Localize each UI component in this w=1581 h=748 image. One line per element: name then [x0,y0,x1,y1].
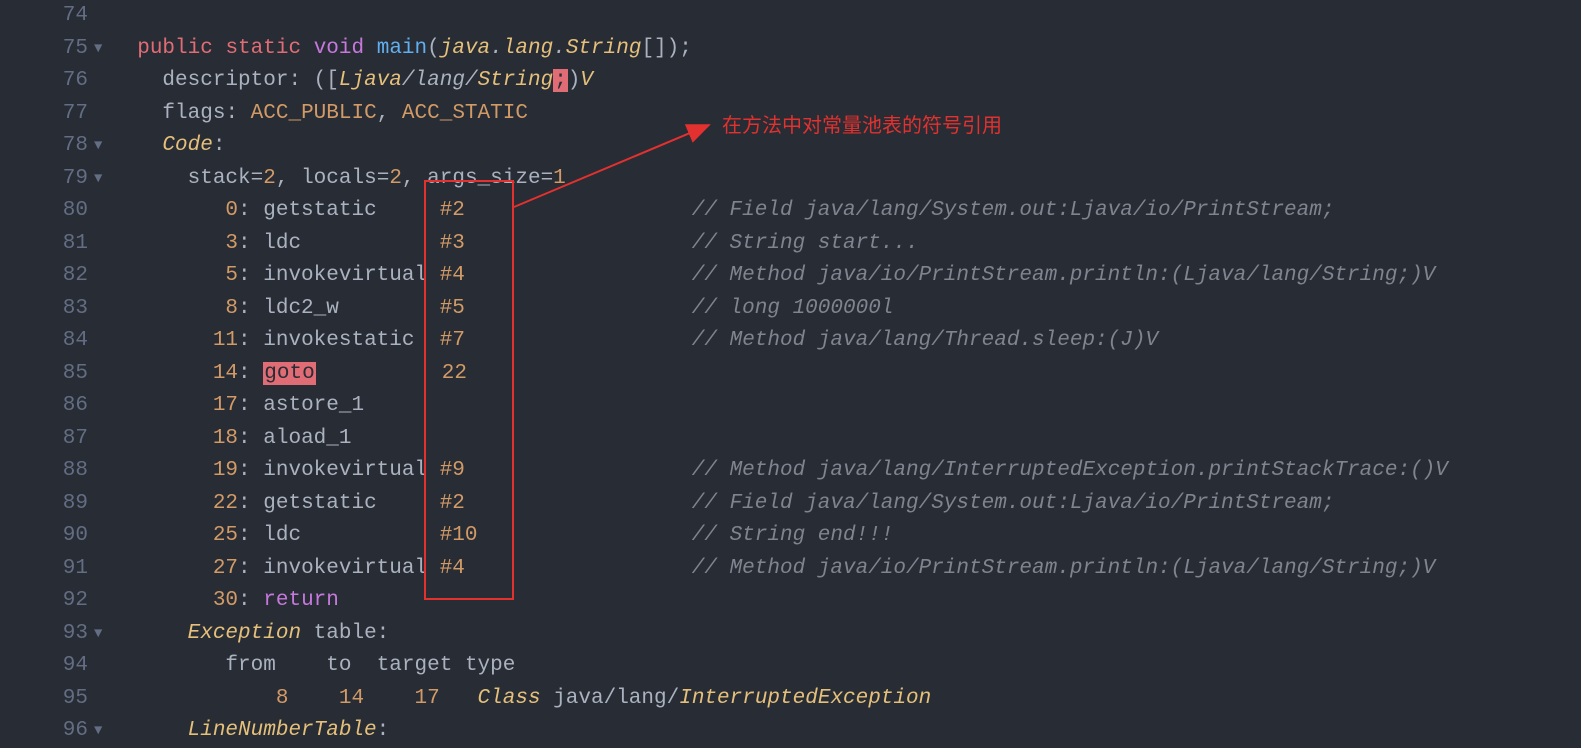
line-number: 95 [0,683,94,716]
code-content: 22: getstatic #2 // Field java/lang/Syst… [112,488,1581,521]
code-editor[interactable]: 74 75 ▼ public static void main(java.lan… [0,0,1581,748]
fold-toggle-icon[interactable]: ▼ [94,33,112,66]
code-content: 25: ldc #10 // String end!!! [112,520,1581,553]
code-line[interactable]: 93 ▼ Exception table: [0,618,1581,651]
code-content: 8: ldc2_w #5 // long 1000000l [112,293,1581,326]
code-content: 17: astore_1 [112,390,1581,423]
line-number: 75 [0,33,94,66]
line-number: 91 [0,553,94,586]
highlight-semi: ; [553,69,568,92]
line-number: 84 [0,325,94,358]
code-content: flags: ACC_PUBLIC, ACC_STATIC [112,98,1581,131]
code-content: 11: invokestatic #7 // Method java/lang/… [112,325,1581,358]
code-line[interactable]: 78 ▼ Code: [0,130,1581,163]
line-number: 77 [0,98,94,131]
code-line[interactable]: 92 30: return [0,585,1581,618]
line-number: 82 [0,260,94,293]
code-content: 5: invokevirtual #4 // Method java/io/Pr… [112,260,1581,293]
line-number: 94 [0,650,94,683]
code-line[interactable]: 86 17: astore_1 [0,390,1581,423]
code-line[interactable]: 82 5: invokevirtual #4 // Method java/io… [0,260,1581,293]
code-line[interactable]: 85 14: goto 22 [0,358,1581,391]
highlight-goto: goto [263,362,315,385]
code-line[interactable]: 96 ▼ LineNumberTable: [0,715,1581,748]
fold-toggle-icon[interactable]: ▼ [94,163,112,196]
code-content: stack=2, locals=2, args_size=1 [112,163,1581,196]
line-number: 86 [0,390,94,423]
code-line[interactable]: 84 11: invokestatic #7 // Method java/la… [0,325,1581,358]
code-content: 19: invokevirtual #9 // Method java/lang… [112,455,1581,488]
line-number: 74 [0,0,94,33]
code-line[interactable]: 95 8 14 17 Class java/lang/InterruptedEx… [0,683,1581,716]
code-line[interactable]: 87 18: aload_1 [0,423,1581,456]
code-line[interactable]: 83 8: ldc2_w #5 // long 1000000l [0,293,1581,326]
fold-toggle-icon[interactable]: ▼ [94,618,112,651]
code-line[interactable]: 81 3: ldc #3 // String start... [0,228,1581,261]
code-line[interactable]: 76 descriptor: ([Ljava/lang/String;)V [0,65,1581,98]
code-content: descriptor: ([Ljava/lang/String;)V [112,65,1581,98]
line-number: 78 [0,130,94,163]
line-number: 80 [0,195,94,228]
code-line[interactable]: 94 from to target type [0,650,1581,683]
line-number: 76 [0,65,94,98]
line-number: 81 [0,228,94,261]
code-content: 3: ldc #3 // String start... [112,228,1581,261]
code-line[interactable]: 75 ▼ public static void main(java.lang.S… [0,33,1581,66]
line-number: 87 [0,423,94,456]
code-line[interactable]: 88 19: invokevirtual #9 // Method java/l… [0,455,1581,488]
code-content: 8 14 17 Class java/lang/InterruptedExcep… [112,683,1581,716]
line-number: 93 [0,618,94,651]
code-content: 0: getstatic #2 // Field java/lang/Syste… [112,195,1581,228]
code-line[interactable]: 77 flags: ACC_PUBLIC, ACC_STATIC [0,98,1581,131]
code-content: from to target type [112,650,1581,683]
code-content: Code: [112,130,1581,163]
line-number: 96 [0,715,94,748]
code-content: LineNumberTable: [112,715,1581,748]
line-number: 85 [0,358,94,391]
code-content: Exception table: [112,618,1581,651]
line-number: 83 [0,293,94,326]
fold-toggle-icon[interactable]: ▼ [94,715,112,748]
code-content: 18: aload_1 [112,423,1581,456]
code-line[interactable]: 80 0: getstatic #2 // Field java/lang/Sy… [0,195,1581,228]
line-number: 90 [0,520,94,553]
code-line[interactable]: 90 25: ldc #10 // String end!!! [0,520,1581,553]
code-content: 30: return [112,585,1581,618]
line-number: 79 [0,163,94,196]
line-number: 88 [0,455,94,488]
line-number: 92 [0,585,94,618]
fold-toggle-icon[interactable]: ▼ [94,130,112,163]
code-content: 27: invokevirtual #4 // Method java/io/P… [112,553,1581,586]
code-content: 14: goto 22 [112,358,1581,391]
code-line[interactable]: 79 ▼ stack=2, locals=2, args_size=1 [0,163,1581,196]
code-line[interactable]: 74 [0,0,1581,33]
code-content: public static void main(java.lang.String… [112,33,1581,66]
code-line[interactable]: 91 27: invokevirtual #4 // Method java/i… [0,553,1581,586]
line-number: 89 [0,488,94,521]
code-line[interactable]: 89 22: getstatic #2 // Field java/lang/S… [0,488,1581,521]
